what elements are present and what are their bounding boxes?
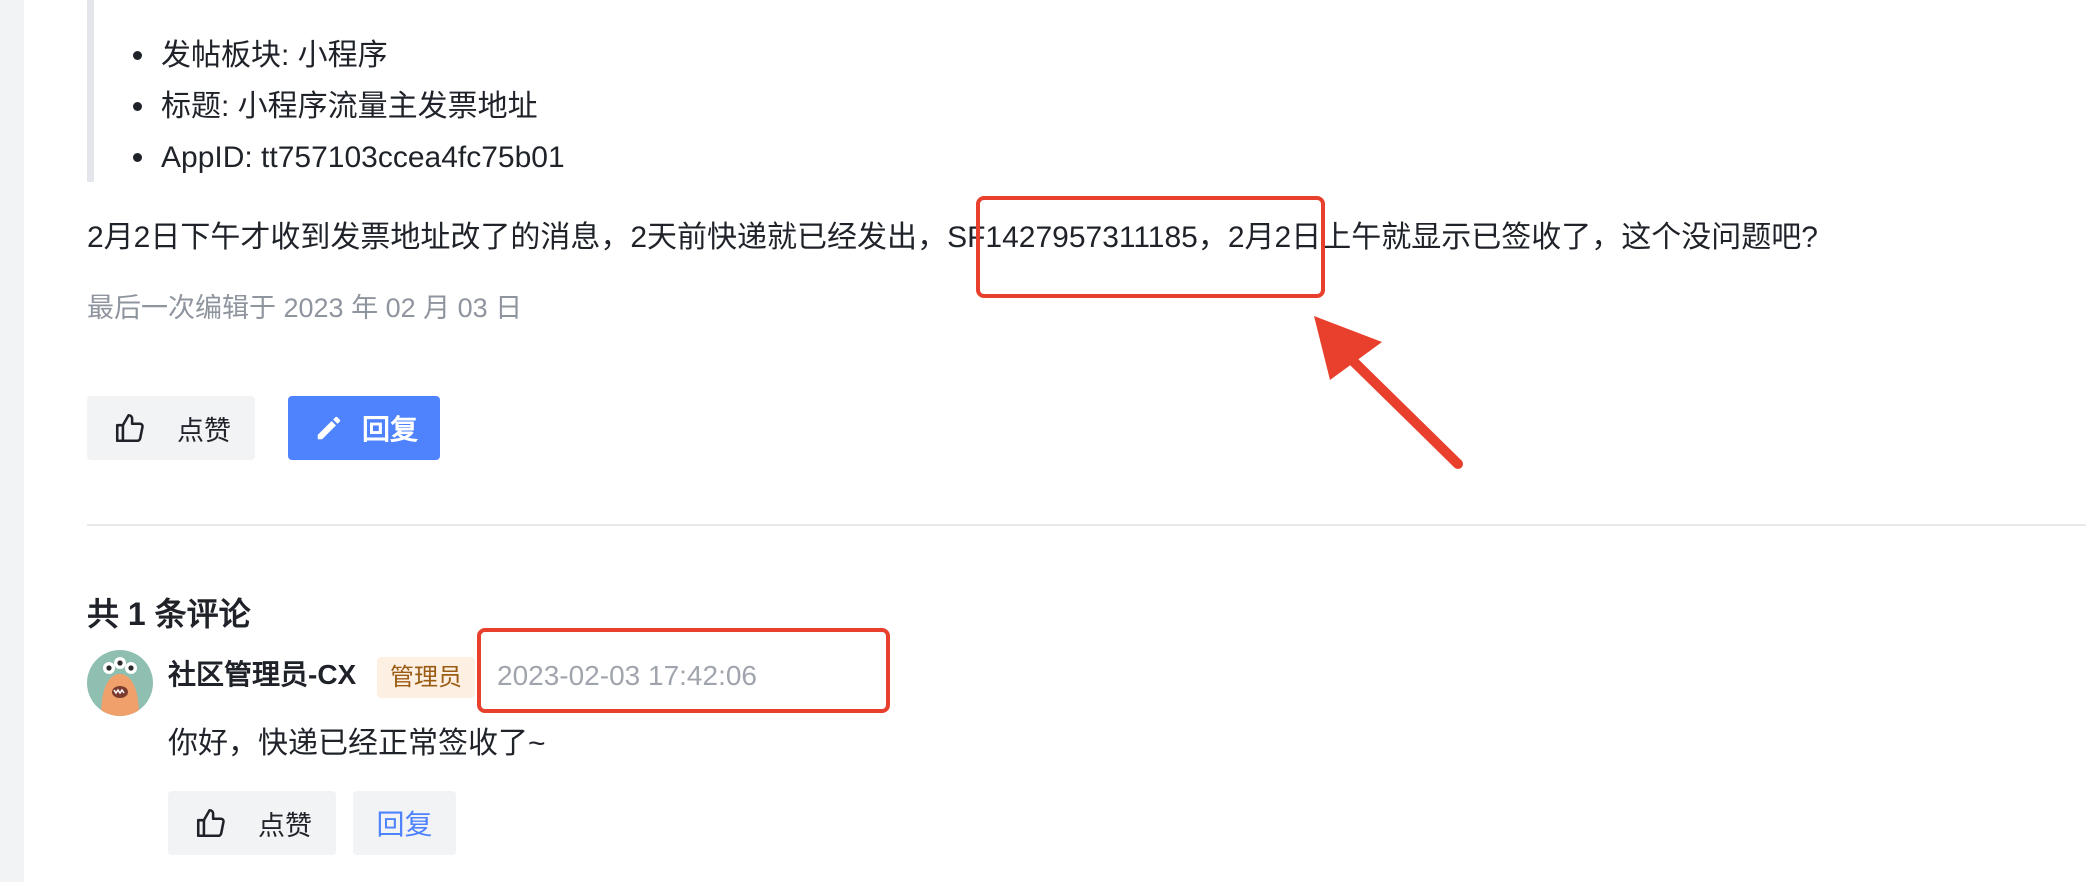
post-info-appid: AppID: tt757103ccea4fc75b01 xyxy=(125,132,565,183)
post-like-button[interactable]: 点赞 xyxy=(87,396,255,460)
post-info-title: 标题: 小程序流量主发票地址 xyxy=(125,81,565,132)
post-info-list: 发帖板块: 小程序 标题: 小程序流量主发票地址 AppID: tt757103… xyxy=(125,30,565,183)
comment-reply-label: 回复 xyxy=(376,809,433,840)
blockquote-bar xyxy=(87,0,94,182)
post-reply-label: 回复 xyxy=(362,414,419,445)
post-reply-button[interactable]: 回复 xyxy=(288,396,440,460)
avatar[interactable] xyxy=(87,650,153,716)
tracking-number: SF1427957311185 xyxy=(947,221,1198,254)
last-edited-note: 最后一次编辑于 2023 年 02 月 03 日 xyxy=(87,293,523,323)
thumbs-up-icon xyxy=(115,413,144,443)
post-body-start: 2月2日下午才收到发票地址改了的消息，2天前快递就已经发出 xyxy=(87,221,918,254)
post-info-section: 发帖板块: 小程序 xyxy=(125,30,565,81)
comment-like-label: 点赞 xyxy=(258,810,312,841)
comment-author-name[interactable]: 社区管理员-CX xyxy=(168,655,356,695)
comment-like-button[interactable]: 点赞 xyxy=(168,791,336,855)
arrow-icon xyxy=(1314,316,1463,469)
comment-body: 你好，快递已经正常签收了~ xyxy=(168,727,546,760)
post-body-end: ，2月2日上午就显示已签收了，这个没问题吧? xyxy=(1197,221,1818,254)
post-body-comma: ， xyxy=(917,221,948,254)
thumbs-up-icon xyxy=(196,808,225,838)
admin-badge: 管理员 xyxy=(377,657,475,698)
pencil-icon xyxy=(317,416,341,440)
post-body: 2月2日下午才收到发票地址改了的消息，2天前快递就已经发出，SF14279573… xyxy=(87,216,1818,260)
comment-timestamp: 2023-02-03 17:42:06 xyxy=(497,660,757,691)
avatar-image xyxy=(87,650,153,716)
page-left-gutter xyxy=(0,0,24,882)
post-like-label: 点赞 xyxy=(177,415,231,446)
section-divider xyxy=(87,524,2086,526)
comment-reply-button[interactable]: 回复 xyxy=(353,791,456,855)
comments-count-heading: 共 1 条评论 xyxy=(87,596,251,632)
